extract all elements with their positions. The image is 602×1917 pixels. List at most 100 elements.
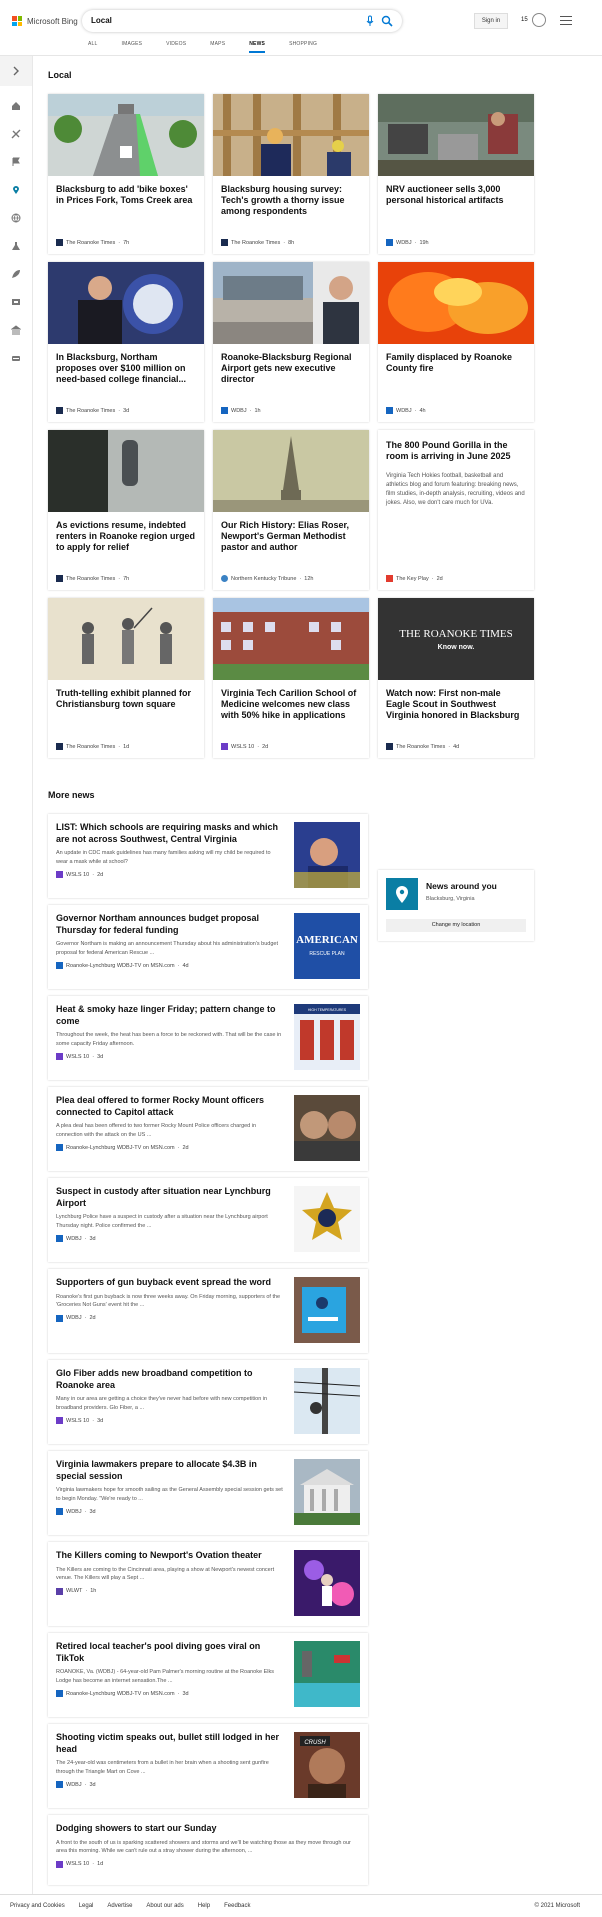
more-news-item[interactable]: Retired local teacher's pool diving goes…	[48, 1633, 368, 1717]
tab-images[interactable]: IMAGES	[122, 41, 143, 53]
rewards-count[interactable]: 15	[521, 17, 528, 23]
news-thumbnail[interactable]	[294, 1459, 360, 1525]
news-card[interactable]: THE ROANOKE TIMES Know now. Watch now: F…	[378, 598, 534, 758]
news-source[interactable]: WDBJ · 3d	[56, 1781, 96, 1788]
rewards-trophy-icon[interactable]	[532, 13, 546, 27]
news-source[interactable]: Roanoke-Lynchburg WDBJ-TV on MSN.com · 2d	[56, 1144, 189, 1151]
footer-link-advertise[interactable]: Advertise	[107, 1903, 132, 1909]
card-source[interactable]: WDBJ · 4h	[386, 407, 426, 414]
card-source[interactable]: The Roanoke Times · 7h	[56, 239, 129, 246]
news-card[interactable]: Blacksburg housing survey: Tech's growth…	[213, 94, 369, 254]
entertainment-icon[interactable]	[11, 294, 21, 305]
card-title[interactable]: Blacksburg housing survey: Tech's growth…	[221, 184, 361, 217]
news-source[interactable]: Roanoke-Lynchburg WDBJ-TV on MSN.com · 4d	[56, 962, 189, 969]
change-location-button[interactable]: Change my location	[386, 919, 526, 932]
card-title[interactable]: NRV auctioneer sells 3,000 personal hist…	[386, 184, 526, 206]
news-source[interactable]: WSLS 10 · 3d	[56, 1417, 103, 1424]
more-news-item[interactable]: Dodging showers to start our Sunday A fro…	[48, 1815, 368, 1885]
card-title[interactable]: In Blacksburg, Northam proposes over $10…	[56, 352, 196, 385]
tab-videos[interactable]: VIDEOS	[166, 41, 186, 53]
news-card[interactable]: Virginia Tech Carilion School of Medicin…	[213, 598, 369, 758]
card-source[interactable]: WDBJ · 19h	[386, 239, 429, 246]
more-news-item[interactable]: Virginia lawmakers prepare to allocate $…	[48, 1451, 368, 1535]
news-source[interactable]: WDBJ · 3d	[56, 1235, 96, 1242]
more-news-item[interactable]: Plea deal offered to former Rocky Mount …	[48, 1087, 368, 1171]
microphone-icon[interactable]	[364, 15, 376, 27]
card-title[interactable]: The 800 Pound Gorilla in the room is arr…	[386, 440, 526, 462]
card-source[interactable]: The Key Play · 2d	[386, 575, 443, 582]
news-source[interactable]: Roanoke-Lynchburg WDBJ-TV on MSN.com · 3d	[56, 1690, 189, 1697]
sidebar-expand[interactable]	[0, 56, 32, 86]
card-title[interactable]: Virginia Tech Carilion School of Medicin…	[221, 688, 361, 721]
news-headline[interactable]: Retired local teacher's pool diving goes…	[56, 1641, 284, 1664]
card-title[interactable]: Roanoke-Blacksburg Regional Airport gets…	[221, 352, 361, 385]
news-source[interactable]: WLWT · 1h	[56, 1587, 96, 1595]
news-thumbnail[interactable]: AMERICAN RESCUE PLAN	[294, 913, 360, 979]
card-title[interactable]: Blacksburg to add 'bike boxes' in Prices…	[56, 184, 196, 206]
footer-link-help[interactable]: Help	[198, 1903, 210, 1909]
more-news-item[interactable]: LIST: Which schools are requiring masks …	[48, 814, 368, 898]
news-thumbnail[interactable]	[294, 1186, 360, 1252]
news-card[interactable]: Family displaced by Roanoke County fire …	[378, 262, 534, 422]
bing-logo[interactable]: Microsoft Bing	[12, 16, 78, 26]
more-news-item[interactable]: The Killers coming to Newport's Ovation …	[48, 1542, 368, 1626]
home-icon[interactable]	[11, 98, 21, 110]
more-news-item[interactable]: Suspect in custody after situation near …	[48, 1178, 368, 1262]
card-title[interactable]: Family displaced by Roanoke County fire	[386, 352, 526, 374]
news-headline[interactable]: Suspect in custody after situation near …	[56, 1186, 284, 1209]
footer-link-legal[interactable]: Legal	[79, 1903, 94, 1909]
news-card[interactable]: NRV auctioneer sells 3,000 personal hist…	[378, 94, 534, 254]
news-headline[interactable]: Glo Fiber adds new broadband competition…	[56, 1368, 284, 1391]
footer-link-about-ads[interactable]: About our ads	[146, 1903, 183, 1909]
news-headline[interactable]: Supporters of gun buyback event spread t…	[56, 1277, 284, 1289]
news-card[interactable]: Truth-telling exhibit planned for Christ…	[48, 598, 204, 758]
news-headline[interactable]: The Killers coming to Newport's Ovation …	[56, 1550, 284, 1562]
news-thumbnail[interactable]	[294, 1368, 360, 1434]
tab-all[interactable]: ALL	[88, 41, 98, 53]
tab-news[interactable]: NEWS	[249, 41, 266, 53]
card-title[interactable]: Our Rich History: Elias Roser, Newport's…	[221, 520, 361, 553]
tab-shopping[interactable]: SHOPPING	[289, 41, 317, 53]
expand-icon[interactable]	[12, 66, 20, 76]
footer-link-privacy[interactable]: Privacy and Cookies	[10, 1903, 65, 1909]
card-source[interactable]: The Roanoke Times · 7h	[56, 575, 129, 582]
news-source[interactable]: WSLS 10 · 3d	[56, 1053, 103, 1060]
car-icon[interactable]	[11, 350, 21, 361]
globe-icon[interactable]	[11, 210, 21, 223]
news-headline[interactable]: Shooting victim speaks out, bullet still…	[56, 1732, 284, 1755]
sign-in-button[interactable]: Sign in	[474, 13, 508, 29]
rocket-icon[interactable]	[11, 266, 21, 278]
science-icon[interactable]	[11, 238, 21, 250]
money-icon[interactable]	[10, 322, 22, 335]
news-headline[interactable]: Governor Northam announces budget propos…	[56, 913, 284, 936]
more-news-item[interactable]: Governor Northam announces budget propos…	[48, 905, 368, 989]
news-headline[interactable]: LIST: Which schools are requiring masks …	[56, 822, 284, 845]
news-thumbnail[interactable]	[294, 1095, 360, 1161]
sports-icon[interactable]	[11, 126, 21, 139]
more-news-item[interactable]: Glo Fiber adds new broadband competition…	[48, 1360, 368, 1444]
card-title[interactable]: Truth-telling exhibit planned for Christ…	[56, 688, 196, 710]
card-source[interactable]: The Roanoke Times · 1d	[56, 743, 129, 750]
more-news-item[interactable]: Shooting victim speaks out, bullet still…	[48, 1724, 368, 1808]
more-news-item[interactable]: Heat & smoky haze linger Friday; pattern…	[48, 996, 368, 1080]
card-title[interactable]: As evictions resume, indebted renters in…	[56, 520, 196, 553]
news-headline[interactable]: Dodging showers to start our Sunday	[56, 1823, 356, 1835]
news-thumbnail[interactable]	[294, 822, 360, 888]
flag-icon[interactable]	[11, 154, 21, 166]
more-news-item[interactable]: Supporters of gun buyback event spread t…	[48, 1269, 368, 1353]
hamburger-menu-icon[interactable]	[560, 16, 572, 26]
news-source[interactable]: WSLS 10 · 1d	[56, 1860, 103, 1868]
tab-maps[interactable]: MAPS	[210, 41, 225, 53]
location-pin-icon[interactable]	[11, 182, 21, 194]
news-card[interactable]: As evictions resume, indebted renters in…	[48, 430, 204, 590]
news-headline[interactable]: Plea deal offered to former Rocky Mount …	[56, 1095, 284, 1118]
search-icon[interactable]	[381, 15, 393, 27]
card-source[interactable]: The Roanoke Times · 3d	[56, 407, 129, 414]
news-card[interactable]: In Blacksburg, Northam proposes over $10…	[48, 262, 204, 422]
card-source[interactable]: The Roanoke Times · 4d	[386, 743, 459, 750]
news-thumbnail[interactable]	[294, 1550, 360, 1616]
card-source[interactable]: WDBJ · 1h	[221, 407, 261, 414]
news-card[interactable]: Roanoke-Blacksburg Regional Airport gets…	[213, 262, 369, 422]
news-source[interactable]: WDBJ · 3d	[56, 1508, 96, 1515]
news-card[interactable]: The 800 Pound Gorilla in the room is arr…	[378, 430, 534, 590]
